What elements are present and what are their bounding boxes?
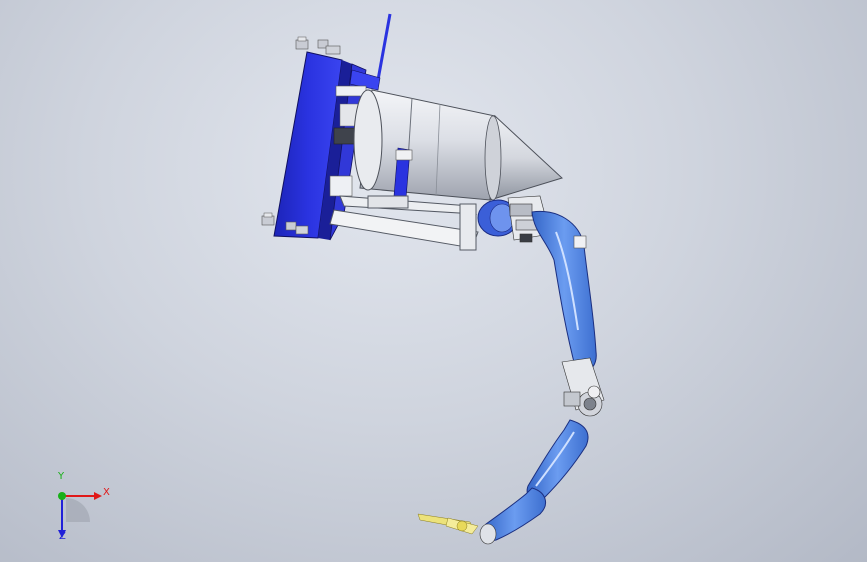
antenna-rod — [376, 13, 392, 81]
upper-arm-clip — [573, 235, 587, 249]
main-cylinder — [353, 89, 496, 201]
support-frame — [329, 195, 479, 251]
strap-clamp — [395, 149, 413, 161]
end-tool — [417, 513, 479, 535]
forearm — [526, 419, 589, 501]
graphics-viewport[interactable]: X Y Z — [0, 0, 867, 562]
upper-arm — [531, 210, 597, 373]
wrist-cap — [479, 523, 497, 545]
axis-y-label: Y — [58, 471, 65, 482]
axis-z-label: Z — [59, 531, 66, 542]
coordinate-triad: X Y Z — [40, 472, 130, 550]
cone-rim — [484, 115, 502, 201]
cad-model[interactable] — [0, 0, 867, 562]
elbow-joint — [561, 357, 605, 417]
axis-x-label: X — [103, 487, 110, 498]
